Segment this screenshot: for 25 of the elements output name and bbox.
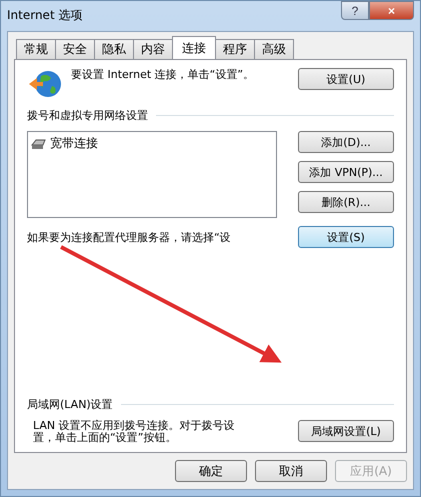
tab[interactable]: 安全: [55, 39, 95, 59]
tab[interactable]: 隐私: [94, 39, 134, 59]
proxy-text: 如果要为连接配置代理服务器，请选择“设: [27, 230, 231, 244]
tab[interactable]: 程序: [215, 39, 255, 59]
tab[interactable]: 高级: [254, 39, 294, 59]
dialup-button[interactable]: 添加 VPN(P)...: [298, 161, 394, 183]
tab[interactable]: 连接: [172, 36, 216, 59]
settings-button[interactable]: 设置(S): [298, 226, 394, 248]
list-item[interactable]: 宽带连接: [30, 134, 274, 153]
instruction-text: 要设置 Internet 连接，单击“设置”。: [71, 68, 256, 81]
modem-icon: [31, 138, 47, 150]
lan-settings-button[interactable]: 局域网设置(L): [298, 420, 394, 442]
setup-button[interactable]: 设置(U): [298, 68, 394, 90]
section-heading: 局域网(LAN)设置: [27, 397, 113, 412]
window-title: Internet 选项: [7, 7, 82, 24]
dialup-button[interactable]: 删除(R)...: [298, 191, 394, 213]
dialup-button[interactable]: 添加(D)...: [298, 131, 394, 153]
lan-text: LAN 设置不应用到拨号连接。对于拨号设置，单击上面的“设置”按钮。: [32, 420, 236, 444]
tab[interactable]: 内容: [133, 39, 173, 59]
tab[interactable]: 常规: [16, 39, 56, 59]
section-heading: 拨号和虚拟专用网络设置: [27, 108, 148, 123]
globe-icon: [27, 68, 63, 100]
dialog-button[interactable]: 取消: [255, 460, 327, 482]
dialog-button[interactable]: 确定: [175, 460, 247, 482]
help-button[interactable]: ?: [341, 1, 369, 20]
